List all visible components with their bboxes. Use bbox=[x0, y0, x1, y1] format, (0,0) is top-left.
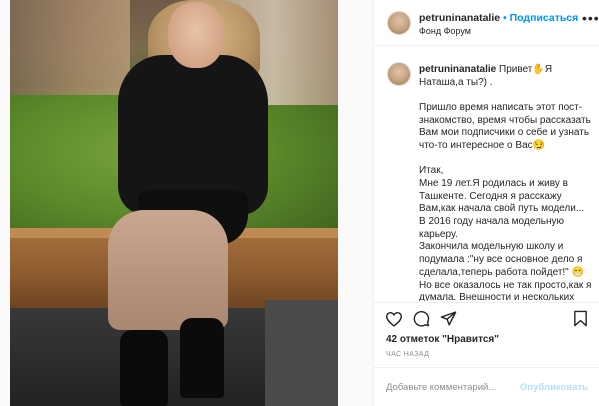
photo-bench-leg bbox=[265, 300, 338, 406]
page-gutter bbox=[0, 0, 10, 406]
caption-username[interactable]: petruninanatalie bbox=[419, 64, 496, 75]
follow-button-label: Подписаться bbox=[509, 12, 579, 24]
comment-input[interactable]: Добавьте комментарий... bbox=[386, 382, 496, 393]
comments-area[interactable]: petruninanatalie Привет✋Я Наташа,а ты?) … bbox=[374, 47, 599, 301]
post-actions: 42 отметок "Нравится" ЧАС НАЗАД Добавьте… bbox=[374, 302, 599, 406]
heart-icon[interactable] bbox=[385, 311, 403, 327]
photo-person-face bbox=[168, 2, 224, 68]
post-location[interactable]: Фонд Форум bbox=[419, 26, 471, 36]
author-username[interactable]: petruninanatalie bbox=[419, 12, 500, 24]
caption-line: petruninanatalie Привет✋Я Наташа,а ты?) … bbox=[419, 64, 593, 89]
bookmark-icon[interactable] bbox=[573, 310, 588, 327]
comment-composer: Добавьте комментарий... Опубликовать bbox=[374, 367, 599, 406]
caption-line: Закончила модельную школу и подумала :"н… bbox=[419, 241, 592, 301]
post-header: petruninanatalie • Подписаться Фонд Фору… bbox=[374, 0, 599, 46]
publish-button[interactable]: Опубликовать bbox=[520, 382, 588, 393]
post-timestamp[interactable]: ЧАС НАЗАД bbox=[386, 351, 429, 358]
author-avatar[interactable] bbox=[387, 11, 411, 35]
photo-building-left bbox=[10, 0, 130, 95]
post-photo[interactable] bbox=[10, 0, 338, 406]
caption-line: Мне 19 лет.Я родилась и живу в Ташкенте.… bbox=[419, 177, 585, 240]
caption-author-avatar[interactable] bbox=[387, 62, 411, 86]
post-caption: petruninanatalie Привет✋Я Наташа,а ты?) … bbox=[419, 64, 593, 301]
photo-person-boot-left bbox=[120, 330, 168, 406]
caption-line: Итак, bbox=[419, 165, 444, 177]
post-side-panel: petruninanatalie • Подписаться Фонд Фору… bbox=[373, 0, 599, 406]
share-icon[interactable] bbox=[440, 310, 457, 327]
photo-person-legs bbox=[108, 210, 228, 330]
comment-icon[interactable] bbox=[413, 310, 430, 327]
caption-line: Пришло время написать этот пост-знакомст… bbox=[419, 101, 591, 152]
more-options-icon[interactable]: ••• bbox=[582, 10, 599, 26]
photo-person-boot-right bbox=[180, 318, 224, 398]
follow-button[interactable]: • Подписаться bbox=[503, 12, 578, 24]
likes-count[interactable]: 42 отметок "Нравится" bbox=[386, 334, 499, 345]
header-separator: • bbox=[503, 12, 507, 24]
